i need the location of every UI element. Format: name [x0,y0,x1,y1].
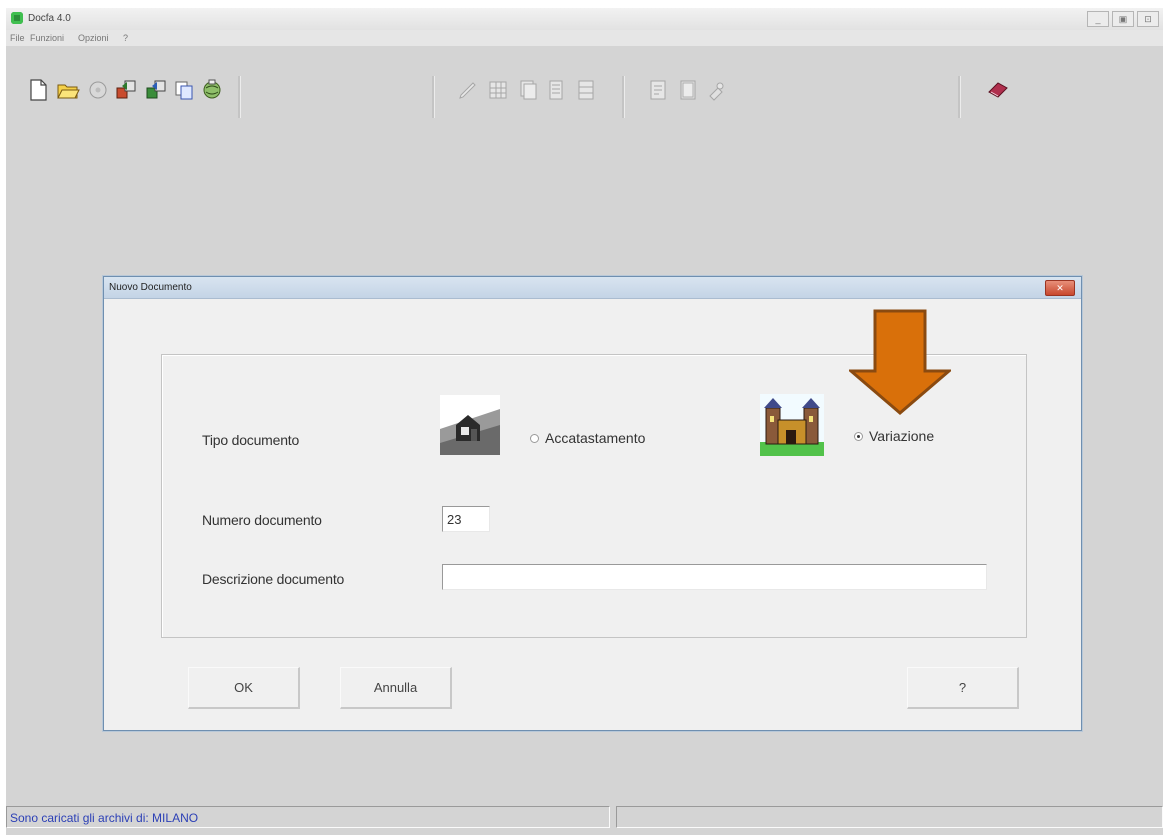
variazione-option[interactable]: Variazione [854,428,934,444]
table-icon[interactable] [574,78,598,102]
new-document-icon[interactable] [26,78,50,102]
menu-file[interactable]: File [10,33,25,43]
dialog-titlebar: Nuovo Documento ✕ [104,277,1081,299]
open-folder-icon[interactable] [56,78,80,102]
pencil-icon[interactable] [456,78,480,102]
list-icon[interactable] [544,78,568,102]
variazione-radio[interactable] [854,431,863,441]
descrizione-documento-input[interactable] [442,564,987,590]
window-controls: _ ▣ ⊡ [1087,11,1159,27]
accatastamento-label: Accatastamento [545,430,646,446]
castle-icon [760,394,824,456]
copy-icon[interactable] [172,78,196,102]
tipo-documento-label: Tipo documento [202,432,300,448]
book-icon[interactable] [676,78,700,102]
disc-icon[interactable] [86,78,110,102]
dialog-close-button[interactable]: ✕ [1045,280,1075,296]
form-icon[interactable] [646,78,670,102]
restore-button[interactable]: ⊡ [1137,11,1159,27]
descrizione-documento-label: Descrizione documento [202,571,345,587]
status-bar: Sono caricati gli archivi di: MILANO [6,806,1163,835]
status-secondary [616,806,1163,828]
toolbar-separator [432,76,435,118]
maximize-button[interactable]: ▣ [1112,11,1134,27]
window-title: Docfa 4.0 [28,13,71,24]
variazione-label: Variazione [869,428,935,444]
transfer-icon[interactable] [114,78,138,102]
menu-funzioni[interactable]: Funzioni [30,33,64,43]
ok-button[interactable]: OK [188,667,300,709]
document-pages-icon[interactable] [516,78,540,102]
menu-opzioni[interactable]: Opzioni [78,33,109,43]
accatastamento-option[interactable]: Accatastamento [530,430,645,446]
dialog-title: Nuovo Documento [109,282,192,293]
minimize-button[interactable]: _ [1087,11,1109,27]
numero-documento-label: Numero documento [202,512,322,528]
grid-icon[interactable] [486,78,510,102]
toolbar-separator [622,76,625,118]
help-button[interactable]: ? [907,667,1019,709]
toolbar-separator [958,76,961,118]
transfer-alt-icon[interactable] [144,78,168,102]
tools-icon[interactable] [704,78,728,102]
menu-help[interactable]: ? [123,33,128,43]
application-window: Docfa 4.0 _ ▣ ⊡ File Funzioni Opzioni ? [6,8,1163,835]
orange-down-arrow-icon [849,309,951,415]
globe-icon[interactable] [200,78,224,102]
help-book-icon[interactable] [986,78,1010,102]
app-logo-icon [11,12,23,24]
new-document-dialog: Nuovo Documento ✕ Tipo documento Accatas… [103,276,1082,731]
accatastamento-radio[interactable] [530,433,539,443]
status-message: Sono caricati gli archivi di: MILANO [6,806,610,828]
annulla-button[interactable]: Annulla [340,667,452,709]
menu-bar: File Funzioni Opzioni ? [6,30,1163,46]
toolbar-separator [238,76,241,118]
house-icon [440,395,500,455]
window-titlebar: Docfa 4.0 _ ▣ ⊡ [6,8,1163,31]
toolbar [6,48,1163,118]
numero-documento-input[interactable] [442,506,490,532]
